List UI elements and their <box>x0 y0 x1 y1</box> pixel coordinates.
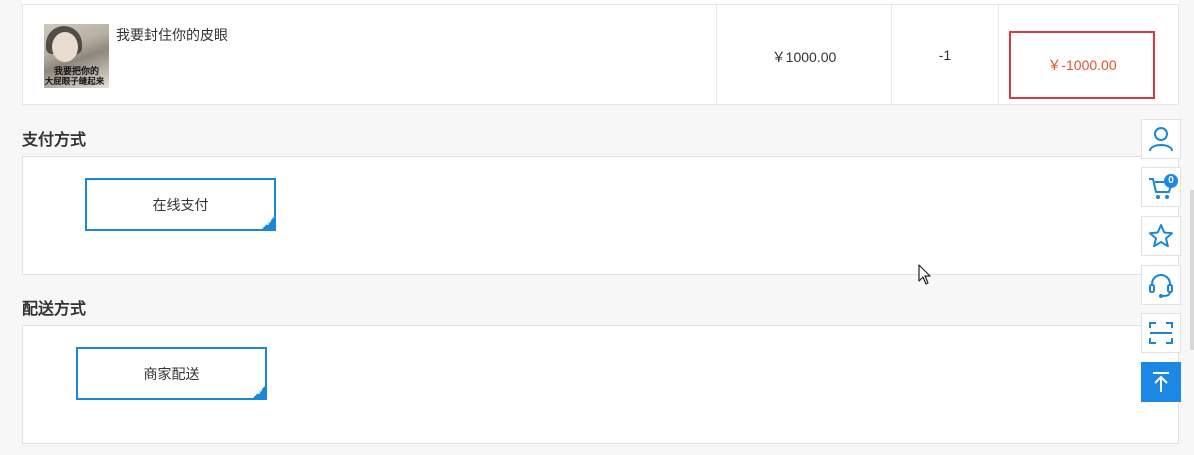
payment-option-online[interactable]: 在线支付 ✓ <box>85 178 276 231</box>
star-icon <box>1149 224 1173 248</box>
back-to-top-icon <box>1153 372 1169 392</box>
scrollbar[interactable] <box>1190 190 1194 350</box>
user-icon <box>1149 127 1173 152</box>
unit-price: ￥1000.00 <box>771 49 837 65</box>
payment-panel: 在线支付 ✓ <box>22 156 1179 275</box>
user-button[interactable] <box>1141 119 1181 159</box>
cart-button[interactable]: 0 <box>1141 167 1181 207</box>
cart-count-badge: 0 <box>1164 174 1178 188</box>
scan-button[interactable] <box>1141 313 1181 353</box>
product-image[interactable]: 我要把你的 大屁眼子缝起来 <box>44 24 109 88</box>
subtotal: ￥-1000.00 <box>1047 57 1117 73</box>
payment-section-title: 支付方式 <box>22 132 87 149</box>
image-face <box>52 32 78 62</box>
delivery-option-label: 商家配送 <box>143 365 200 382</box>
order-item-row: 我要把你的 大屁眼子缝起来 我要封住你的皮眼 ￥1000.00 -1 ￥-100… <box>22 4 1179 105</box>
headset-icon <box>1149 274 1173 298</box>
delivery-panel: 商家配送 ✓ <box>22 325 1179 444</box>
quantity: -1 <box>938 47 952 63</box>
back-to-top-button[interactable] <box>1141 362 1181 402</box>
scan-icon <box>1149 322 1173 344</box>
delivery-section-title: 配送方式 <box>22 301 87 318</box>
customer-service-button[interactable] <box>1141 265 1181 305</box>
mouse-cursor-icon <box>918 264 931 285</box>
product-name[interactable]: 我要封住你的皮眼 <box>116 25 228 45</box>
check-icon: ✓ <box>256 388 264 398</box>
payment-option-label: 在线支付 <box>152 196 209 213</box>
checkout-page: 我要把你的 大屁眼子缝起来 我要封住你的皮眼 ￥1000.00 -1 ￥-100… <box>0 0 1194 455</box>
favorites-button[interactable] <box>1141 216 1181 256</box>
image-caption-2: 大屁眼子缝起来 <box>44 77 105 87</box>
column-divider <box>998 5 999 105</box>
subtotal-highlight: ￥-1000.00 <box>1009 31 1155 99</box>
check-icon: ✓ <box>265 219 273 229</box>
delivery-option-merchant[interactable]: 商家配送 ✓ <box>76 347 267 400</box>
